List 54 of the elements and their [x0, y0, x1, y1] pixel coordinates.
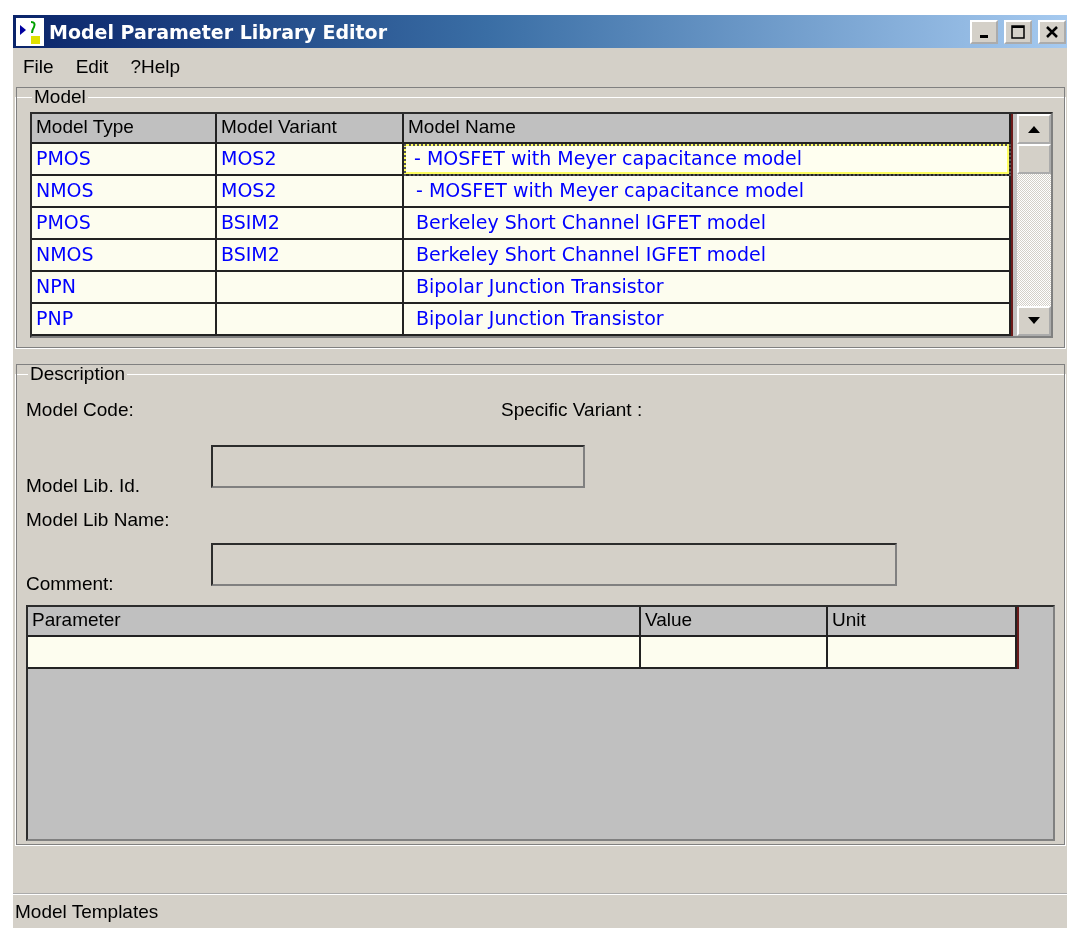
column-header[interactable]: Parameter — [28, 607, 641, 637]
field-label: Comment: — [26, 573, 115, 595]
table-cell[interactable]: PNP — [32, 304, 217, 336]
column-header[interactable]: Model Variant — [217, 114, 404, 144]
table-cell[interactable] — [217, 304, 404, 336]
column-header[interactable]: Model Name — [404, 114, 1011, 144]
table-cell[interactable]: - MOSFET with Meyer capacitance model — [404, 144, 1011, 176]
table-cell[interactable]: PMOS — [32, 208, 217, 240]
menu-item[interactable]: Edit — [75, 56, 109, 78]
menu-item[interactable]: ?Help — [130, 56, 181, 78]
input-field[interactable] — [211, 445, 585, 488]
table-cell[interactable]: Bipolar Junction Transistor — [404, 272, 1011, 304]
table-cell[interactable]: MOS2 — [217, 144, 404, 176]
column-header[interactable]: Unit — [828, 607, 1017, 637]
table-cell[interactable]: MOS2 — [217, 176, 404, 208]
group-title: Description — [29, 363, 127, 385]
field-label: Model Lib Name: — [26, 509, 170, 531]
table-cell[interactable]: BSIM2 — [217, 240, 404, 272]
column-header[interactable]: Model Type — [32, 114, 217, 144]
table-cell[interactable]: PMOS — [32, 144, 217, 176]
table-cell[interactable]: - MOSFET with Meyer capacitance model — [404, 176, 1011, 208]
group-title: Model — [33, 86, 87, 108]
scrollbar[interactable] — [1017, 114, 1051, 336]
scroll-thumb[interactable] — [1017, 144, 1051, 174]
table-cell[interactable] — [641, 637, 828, 669]
table-cell[interactable] — [28, 637, 641, 669]
table-cell[interactable]: NMOS — [32, 240, 217, 272]
app-icon — [15, 16, 45, 47]
table-cell[interactable]: Berkeley Short Channel IGFET model — [404, 208, 1011, 240]
status-text: Model Templates — [15, 900, 159, 923]
scroll-down-button[interactable] — [1017, 306, 1051, 336]
minimize-button[interactable] — [970, 19, 998, 44]
menu-item[interactable]: File — [23, 56, 54, 78]
table-cell[interactable]: Bipolar Junction Transistor — [404, 304, 1011, 336]
table-cell[interactable] — [828, 637, 1017, 669]
up-arrow-icon — [1028, 125, 1040, 133]
field-label: Specific Variant : — [501, 399, 643, 421]
scroll-up-button[interactable] — [1017, 114, 1051, 144]
table-cell[interactable]: NMOS — [32, 176, 217, 208]
input-field[interactable] — [211, 543, 897, 586]
maximize-icon — [1011, 24, 1025, 39]
column-header[interactable]: Value — [641, 607, 828, 637]
table-cell[interactable]: Berkeley Short Channel IGFET model — [404, 240, 1011, 272]
table-cell[interactable]: NPN — [32, 272, 217, 304]
table-cell[interactable]: BSIM2 — [217, 208, 404, 240]
minimize-icon — [980, 35, 988, 38]
close-icon — [1045, 24, 1059, 39]
table-cell[interactable] — [217, 272, 404, 304]
field-label: Model Lib. Id. — [26, 475, 142, 497]
close-button[interactable] — [1038, 19, 1066, 44]
maximize-button[interactable] — [1004, 19, 1032, 44]
field-label: Model Code: — [26, 399, 135, 421]
window-title: Model Parameter Library Editor — [49, 20, 389, 43]
down-arrow-icon — [1028, 317, 1040, 325]
